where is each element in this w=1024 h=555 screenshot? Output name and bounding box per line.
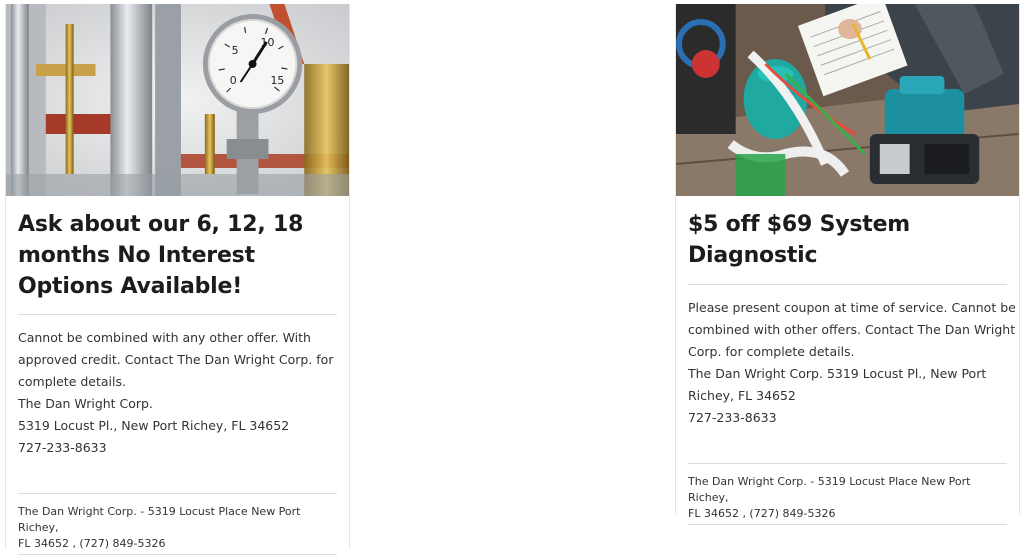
coupon-card-diagnostic: $5 off $69 System Diagnostic Please pres…: [675, 4, 1020, 525]
coupon-card-financing: 5 10 0 15 Ask about our 6, 12, 18 months…: [5, 4, 350, 555]
gauge-label-5: 5: [232, 44, 239, 57]
phone-number: 727-233-8633: [18, 440, 107, 455]
company-footer: The Dan Wright Corp. - 5319 Locust Place…: [18, 494, 337, 554]
text-line: Diagnostic: [688, 243, 818, 268]
footer-bottom-line: [688, 524, 1007, 525]
gauge-label-0: 0: [230, 74, 237, 87]
text-line: Options Available!: [18, 274, 243, 299]
text-line: approved credit. Contact The Dan Wright …: [18, 352, 334, 367]
phone-number: 727-233-8633: [688, 410, 777, 425]
text-line: Please present coupon at time of service…: [688, 300, 1016, 315]
offer-description: Please present coupon at time of service…: [688, 297, 1016, 429]
text-line: The Dan Wright Corp. - 5319 Locust Place…: [18, 505, 301, 534]
text-line: $5 off $69 System: [688, 212, 911, 237]
text-line: 5319 Locust Pl., New Port Richey, FL 346…: [18, 418, 290, 433]
text-line: combined with other offers. Contact The …: [688, 322, 1016, 337]
text-line: The Dan Wright Corp. 5319 Locust Pl., Ne…: [688, 366, 987, 381]
text-line: Richey, FL 34652: [688, 388, 796, 403]
title-divider: [18, 314, 337, 315]
title-divider: [688, 284, 1007, 285]
text-line: months No Interest: [18, 243, 255, 268]
offer-title: $5 off $69 System Diagnostic: [688, 209, 1007, 284]
text-line: complete details.: [18, 374, 126, 389]
offer-description: Cannot be combined with any other offer.…: [18, 327, 337, 459]
hvac-technician-photo: [676, 4, 1019, 196]
company-footer: The Dan Wright Corp. - 5319 Locust Place…: [688, 464, 1007, 524]
text-line: Corp. for complete details.: [688, 344, 855, 359]
pressure-gauge-photo: 5 10 0 15: [6, 4, 349, 196]
gauge-label-15: 15: [270, 74, 284, 87]
text-line: The Dan Wright Corp. - 5319 Locust Place…: [688, 475, 971, 504]
text-line: The Dan Wright Corp.: [18, 396, 153, 411]
text-line: Ask about our 6, 12, 18: [18, 212, 304, 237]
text-line: Cannot be combined with any other offer.…: [18, 330, 311, 345]
text-line: FL 34652 , (727) 849-5326: [688, 507, 836, 520]
offer-title: Ask about our 6, 12, 18 months No Intere…: [18, 209, 337, 314]
text-line: FL 34652 , (727) 849-5326: [18, 537, 166, 550]
